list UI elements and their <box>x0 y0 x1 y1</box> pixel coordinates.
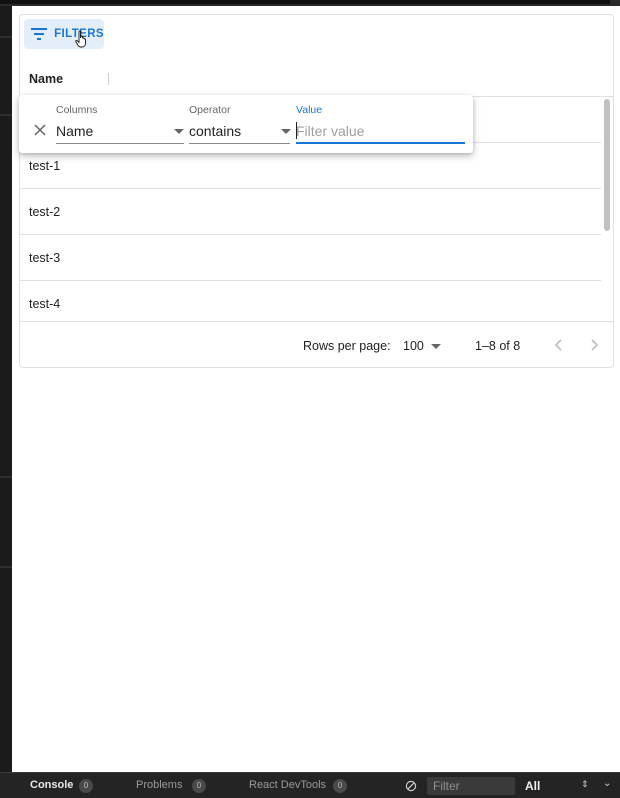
value-field: Value <box>296 95 465 153</box>
rows-per-page-label: Rows per page: <box>303 339 391 353</box>
remove-filter-button[interactable] <box>33 123 47 137</box>
column-header-row: Name <box>20 55 613 97</box>
console-filter-input[interactable]: Filter <box>427 777 515 795</box>
columns-label: Columns <box>56 104 98 116</box>
top-divider <box>0 0 610 4</box>
tab-react-devtools[interactable]: React DevTools <box>249 779 326 791</box>
column-header-name[interactable]: Name <box>29 72 63 86</box>
filter-list-icon <box>30 25 47 43</box>
scrollbar-thumb[interactable] <box>604 99 610 231</box>
filters-button[interactable]: FILTERS <box>24 19 104 49</box>
table-row[interactable]: test-2 <box>20 189 601 235</box>
left-panel-strip <box>0 6 12 772</box>
row-name-cell: test-3 <box>29 251 61 265</box>
devtools-drawer-bar: Console 0 Problems 0 React DevTools 0 Fi… <box>0 772 620 798</box>
dropdown-arrow-icon <box>431 344 441 349</box>
strip-mark <box>0 476 12 478</box>
operator-underline <box>189 143 290 144</box>
strip-mark <box>0 114 12 116</box>
rows-per-page-select[interactable]: 100 <box>403 337 445 355</box>
tab-problems[interactable]: Problems <box>136 779 182 791</box>
updown-arrow-icon: ⇕ <box>581 779 589 789</box>
close-icon <box>34 124 46 136</box>
clear-console-icon[interactable] <box>405 780 417 792</box>
strip-mark <box>0 566 12 568</box>
column-separator[interactable] <box>108 73 109 85</box>
grid-scrollbar[interactable] <box>602 97 612 321</box>
pointer-cursor-icon <box>75 30 86 48</box>
row-name-cell: test-2 <box>29 205 61 219</box>
columns-select[interactable]: Columns Name <box>56 95 184 153</box>
data-grid: FILTERS Name test-1 test-2 test-3 test-4… <box>19 14 614 368</box>
app-viewport: FILTERS Name test-1 test-2 test-3 test-4… <box>12 6 620 772</box>
console-filter-placeholder: Filter <box>433 779 460 793</box>
row-name-cell: test-1 <box>29 159 61 173</box>
react-devtools-count-badge: 0 <box>333 779 347 793</box>
log-level-select[interactable]: All <box>525 779 540 793</box>
columns-value: Name <box>56 123 94 139</box>
operator-select[interactable]: Operator contains <box>189 95 291 153</box>
dropdown-arrow-icon <box>174 129 184 134</box>
value-label: Value <box>296 104 323 116</box>
strip-mark <box>0 36 12 38</box>
chevron-left-icon <box>554 339 562 351</box>
pagination-range: 1–8 of 8 <box>475 339 521 353</box>
value-underline <box>296 142 465 144</box>
table-row[interactable]: test-3 <box>20 235 601 281</box>
filter-value-input[interactable] <box>296 120 465 142</box>
chevron-down-icon[interactable]: ⌄ <box>603 778 611 789</box>
operator-value: contains <box>189 123 242 139</box>
next-page-button[interactable] <box>582 333 606 357</box>
chevron-right-icon <box>591 339 599 351</box>
grid-footer: Rows per page: 100 1–8 of 8 <box>20 321 613 367</box>
problems-count-badge: 0 <box>192 779 206 793</box>
columns-underline <box>56 143 184 144</box>
filter-panel: Columns Name Operator contains Value <box>19 95 473 153</box>
rows-per-page-value: 100 <box>403 339 424 353</box>
table-row[interactable]: test-4 <box>20 281 601 321</box>
previous-page-button[interactable] <box>547 333 571 357</box>
tab-console[interactable]: Console <box>30 779 73 791</box>
console-count-badge: 0 <box>79 779 93 793</box>
operator-label: Operator <box>189 104 231 116</box>
row-name-cell: test-4 <box>29 297 61 311</box>
text-cursor <box>296 122 297 139</box>
dropdown-arrow-icon <box>281 129 291 134</box>
